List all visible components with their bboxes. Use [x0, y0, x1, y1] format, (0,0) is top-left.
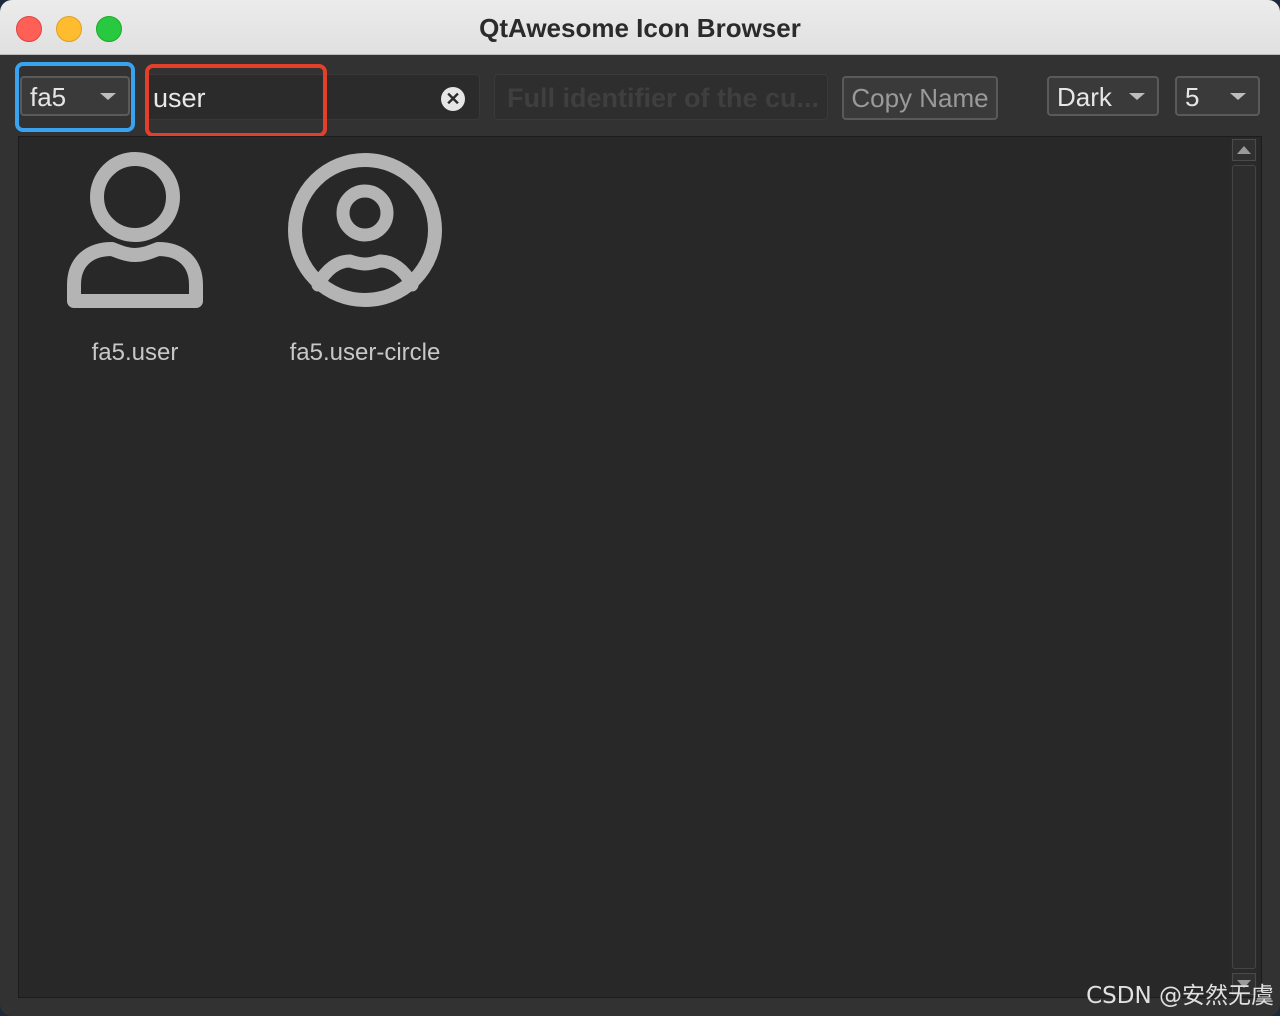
identifier-field[interactable]: [494, 74, 828, 120]
identifier-input[interactable]: [505, 79, 823, 117]
user-icon: [67, 152, 203, 308]
user-circle-icon: [288, 153, 442, 307]
title-bar: QtAwesome Icon Browser: [0, 0, 1280, 55]
icon-item-user[interactable]: fa5.user: [25, 149, 245, 369]
watermark-text: CSDN @安然无虞: [1086, 983, 1274, 1009]
scroll-up-button[interactable]: [1232, 139, 1256, 161]
theme-value: Dark: [1057, 82, 1112, 112]
icon-label: fa5.user-circle: [289, 339, 441, 366]
app-window: QtAwesome Icon Browser fa5 ✕ Copy Name D…: [0, 0, 1280, 1016]
blue-annotation-box: [15, 62, 135, 132]
theme-combo[interactable]: Dark: [1047, 76, 1159, 116]
scroll-track[interactable]: [1232, 165, 1256, 969]
red-annotation-box: [145, 64, 327, 137]
chevron-down-icon: [1230, 93, 1246, 100]
clear-search-icon[interactable]: ✕: [441, 87, 465, 111]
window-title: QtAwesome Icon Browser: [479, 13, 801, 43]
icon-grid: fa5.user fa5.user-circle: [18, 136, 1262, 998]
icon-item-user-circle[interactable]: fa5.user-circle: [255, 149, 475, 369]
icon-label: fa5.user: [91, 339, 179, 366]
columns-combo[interactable]: 5: [1175, 76, 1260, 116]
columns-value: 5: [1185, 82, 1200, 112]
vertical-scrollbar[interactable]: [1231, 139, 1257, 995]
copy-name-button[interactable]: Copy Name: [842, 76, 998, 120]
chevron-down-icon: [1129, 93, 1145, 100]
